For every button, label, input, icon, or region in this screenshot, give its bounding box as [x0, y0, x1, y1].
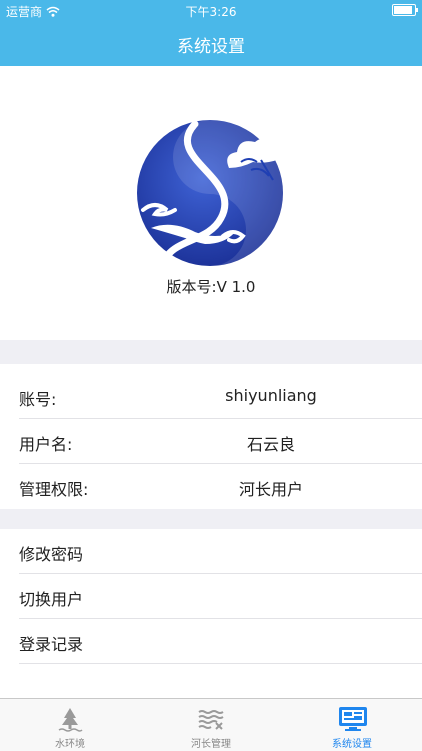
switch-user-label: 切换用户 — [19, 590, 84, 609]
section-separator — [0, 340, 422, 364]
username-label: 用户名: — [19, 435, 73, 454]
tab-system-settings-label: 系统设置 — [332, 739, 372, 750]
battery-icon — [392, 4, 418, 16]
tab-bar: 水环境 河长管理 系统设置 — [0, 698, 422, 751]
app-logo — [137, 120, 283, 267]
login-records-row[interactable]: 登录记录 — [0, 619, 422, 664]
row-divider — [19, 663, 422, 664]
tab-river-management[interactable]: 河长管理 — [141, 699, 281, 751]
username-row: 用户名: 石云良 — [0, 419, 422, 464]
section-separator — [0, 509, 422, 529]
switch-user-row[interactable]: 切换用户 — [0, 574, 422, 619]
change-password-row[interactable]: 修改密码 — [0, 529, 422, 574]
app-info-section: 版本号:V 1.0 — [0, 66, 422, 340]
account-value: shiyunliang — [225, 386, 317, 405]
username-value: 石云良 — [246, 435, 295, 454]
water-environment-icon — [58, 708, 83, 732]
battery-indicator — [392, 4, 418, 16]
system-settings-icon — [339, 707, 367, 731]
status-bar: 运营商 下午3:26 — [0, 0, 422, 22]
change-password-label: 修改密码 — [19, 545, 84, 564]
page-title: 系统设置 — [177, 36, 245, 57]
tab-water-environment[interactable]: 水环境 — [0, 699, 140, 751]
account-label: 账号: — [19, 390, 57, 409]
login-records-label: 登录记录 — [19, 635, 84, 654]
navigation-bar: 系统设置 — [0, 22, 422, 66]
permission-row: 管理权限: 河长用户 — [0, 464, 422, 509]
version-label: 版本号:V 1.0 — [166, 278, 256, 296]
battery-fill — [394, 6, 412, 14]
status-time: 下午3:26 — [185, 5, 237, 19]
tab-system-settings[interactable]: 系统设置 — [282, 699, 422, 751]
permission-value: 河长用户 — [238, 480, 303, 499]
tab-water-environment-label: 水环境 — [55, 739, 85, 750]
account-row: 账号: shiyunliang — [0, 374, 422, 419]
permission-label: 管理权限: — [19, 480, 89, 499]
river-management-icon — [198, 710, 224, 730]
tab-river-management-label: 河长管理 — [191, 739, 231, 750]
